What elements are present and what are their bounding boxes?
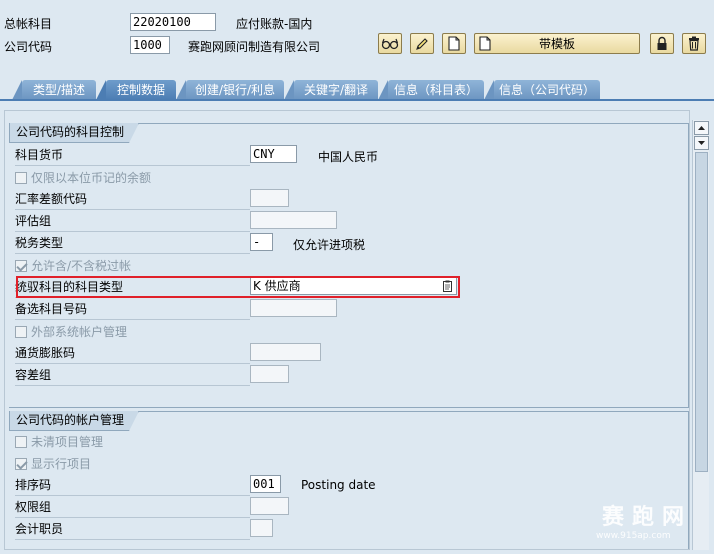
gl-account-label: 总帐科目 [4, 17, 53, 31]
posting-without-tax-row[interactable]: 允许含/不含税过帐 [15, 255, 250, 276]
with-template-label: 带模板 [538, 37, 575, 51]
tax-category-description: 仅允许进项税 [293, 238, 366, 252]
scroll-thumb[interactable] [695, 152, 708, 472]
account-currency-description: 中国人民币 [318, 150, 379, 164]
authorization-group-input[interactable] [250, 497, 289, 515]
tolerance-group-input[interactable] [250, 365, 289, 383]
open-item-mgmt-checkbox[interactable] [15, 435, 27, 448]
lock-button[interactable] [650, 33, 674, 54]
arrow-down-icon [698, 141, 705, 145]
sort-key-input[interactable]: 001 [250, 475, 281, 493]
external-system-mgmt-checkbox[interactable] [15, 325, 27, 338]
valuation-group-label: 评估组 [15, 211, 250, 232]
tax-category-label: 税务类型 [15, 233, 250, 254]
tab-type-description[interactable]: 类型/描述 [12, 80, 96, 100]
valuation-group-input[interactable] [250, 211, 337, 229]
tolerance-group-label: 容差组 [15, 365, 250, 386]
watermark-url: www.915ap.com [596, 531, 671, 541]
gl-account-description: 应付账款-国内 [236, 17, 313, 31]
company-code-label: 公司代码 [4, 40, 53, 54]
delete-button[interactable] [682, 33, 706, 54]
accounting-clerk-label: 会计职员 [15, 519, 250, 540]
tab-keywords-translation[interactable]: 关键字/翻译 [284, 80, 378, 100]
exchange-rate-diff-input[interactable] [250, 189, 289, 207]
alternative-account-label: 备选科目号码 [15, 299, 250, 320]
gl-account-input[interactable]: 22020100 [130, 13, 216, 31]
inflation-key-input[interactable] [250, 343, 321, 361]
tab-info-company-code[interactable]: 信息（公司代码） [484, 80, 600, 100]
display-button[interactable] [378, 33, 402, 54]
lock-icon [656, 36, 668, 51]
accounting-clerk-input[interactable] [250, 519, 273, 537]
change-button[interactable] [410, 33, 434, 54]
company-code-input[interactable]: 1000 [130, 36, 170, 54]
external-system-mgmt-label: 外部系统帐户管理 [31, 324, 128, 339]
document-icon [448, 36, 460, 51]
external-system-mgmt-row[interactable]: 外部系统帐户管理 [15, 321, 250, 342]
posting-without-tax-checkbox[interactable] [15, 259, 27, 272]
open-item-mgmt-label: 未清项目管理 [31, 434, 104, 449]
pencil-icon [415, 37, 429, 51]
open-item-mgmt-row[interactable]: 未清项目管理 [15, 431, 250, 452]
arrow-up-icon [698, 126, 705, 130]
control-data-panel: 公司代码的科目控制 科目货币 CNY 中国人民币 仅限以本位币记的余额 汇率差额… [4, 110, 690, 550]
create-button[interactable] [442, 33, 466, 54]
balance-local-currency-checkbox[interactable] [15, 171, 27, 184]
company-code-description: 赛跑网顾问制造有限公司 [188, 40, 321, 54]
posting-without-tax-label: 允许含/不含税过帐 [31, 258, 132, 273]
tab-control-data[interactable]: 控制数据 [96, 80, 176, 100]
scroll-down-button[interactable] [694, 136, 709, 150]
inflation-key-label: 通货膨胀码 [15, 343, 250, 364]
tab-create-bank-interest[interactable]: 创建/银行/利息 [176, 80, 284, 100]
account-currency-input[interactable]: CNY [250, 145, 297, 163]
sort-key-description: Posting date [301, 478, 376, 492]
exchange-rate-diff-label: 汇率差额代码 [15, 189, 250, 210]
site-watermark: 赛跑网 www.915ap.com [580, 495, 710, 550]
watermark-text: 赛跑网 [602, 505, 693, 530]
alternative-account-input[interactable] [250, 299, 337, 317]
with-template-button[interactable]: 带模板 [474, 33, 640, 54]
sort-key-label: 排序码 [15, 475, 250, 496]
authorization-group-label: 权限组 [15, 497, 250, 518]
line-item-display-label: 显示行项目 [31, 456, 92, 471]
balance-local-currency-label: 仅限以本位币记的余额 [31, 170, 152, 185]
glasses-icon [381, 38, 399, 50]
line-item-display-checkbox[interactable] [15, 457, 27, 470]
account-currency-label: 科目货币 [15, 145, 250, 166]
scroll-up-button[interactable] [694, 121, 709, 135]
recon-account-highlight [16, 276, 460, 298]
line-item-display-row[interactable]: 显示行项目 [15, 453, 250, 474]
trash-icon [688, 36, 700, 51]
tax-category-input[interactable]: - [250, 233, 273, 251]
tab-info-chart-of-accounts[interactable]: 信息（科目表） [378, 80, 484, 100]
balance-local-currency-row[interactable]: 仅限以本位币记的余额 [15, 167, 250, 188]
tab-underline [0, 99, 714, 101]
tab-strip: 类型/描述 控制数据 创建/银行/利息 关键字/翻译 信息（科目表） 信息（公司… [0, 80, 714, 100]
vertical-scrollbar[interactable] [692, 120, 709, 550]
